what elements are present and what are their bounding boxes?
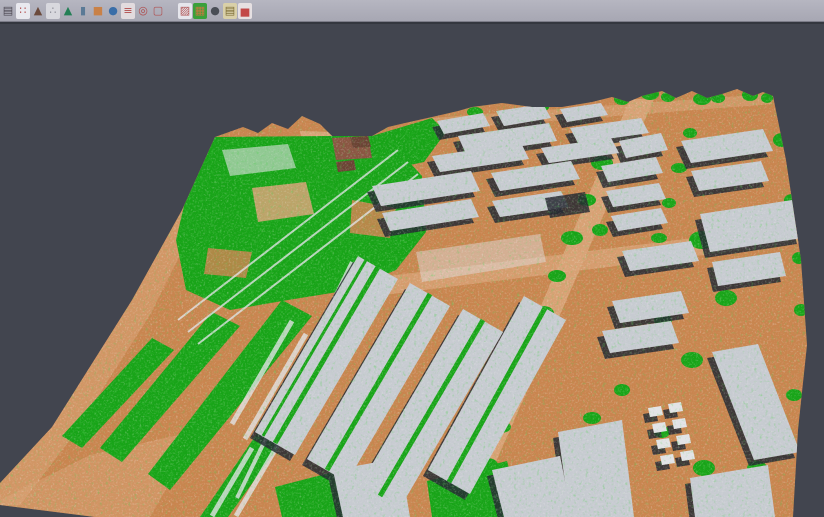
histogram-red-button[interactable]: ▅	[238, 3, 252, 19]
toolbar-icons: ▤ ∷ ▲ ∴ ▲ ▮ ■ ● ≡ ◎ ▢ ▨ ▦ ● ▤ ▅	[1, 3, 253, 19]
classification-colors-button[interactable]: ▦	[193, 3, 207, 19]
orthophoto-button[interactable]: ■	[91, 3, 105, 19]
histogram-red-icon: ▅	[241, 5, 249, 16]
display-options-button[interactable]: ▤	[1, 3, 15, 19]
scale-bar-button[interactable]: ▤	[223, 3, 237, 19]
noise-overlay-green	[0, 80, 824, 517]
dem-surface-button[interactable]: ▲	[61, 3, 75, 19]
globe-icon: ●	[108, 5, 118, 16]
point-cloud-button[interactable]: ∴	[46, 3, 60, 19]
dem-surface-icon: ▲	[64, 5, 72, 16]
terrain-brown-button[interactable]: ▲	[31, 3, 45, 19]
target-ring-icon: ◎	[138, 5, 148, 16]
mesh-sphere-button[interactable]: ●	[208, 3, 222, 19]
toolbar-divider	[0, 22, 824, 24]
point-cloud-icon: ∴	[50, 5, 57, 16]
clear-color-button[interactable]: ▨	[178, 3, 192, 19]
crop-box-button[interactable]: ▢	[151, 3, 165, 19]
attribute-list-icon: ≡	[123, 5, 132, 16]
scene-3d-view[interactable]	[0, 0, 824, 517]
orthophoto-icon: ■	[93, 5, 103, 16]
toolbar: ▤ ∷ ▲ ∴ ▲ ▮ ■ ● ≡ ◎ ▢ ▨ ▦ ● ▤ ▅	[0, 0, 824, 22]
point-pairs-align-button[interactable]: ∷	[16, 3, 30, 19]
target-ring-button[interactable]: ◎	[136, 3, 150, 19]
display-options-icon: ▤	[3, 5, 13, 16]
classification-colors-icon: ▦	[195, 5, 205, 16]
mesh-sphere-icon: ●	[210, 5, 220, 16]
clear-color-icon: ▨	[180, 5, 190, 16]
globe-button[interactable]: ●	[106, 3, 120, 19]
terrain-brown-icon: ▲	[34, 5, 42, 16]
attribute-list-button[interactable]: ≡	[121, 3, 135, 19]
profile-panel-button[interactable]: ▮	[76, 3, 90, 19]
scale-bar-icon: ▤	[225, 5, 235, 16]
crop-box-icon: ▢	[153, 5, 163, 16]
point-pairs-align-icon: ∷	[20, 5, 27, 16]
profile-panel-icon: ▮	[80, 5, 86, 16]
